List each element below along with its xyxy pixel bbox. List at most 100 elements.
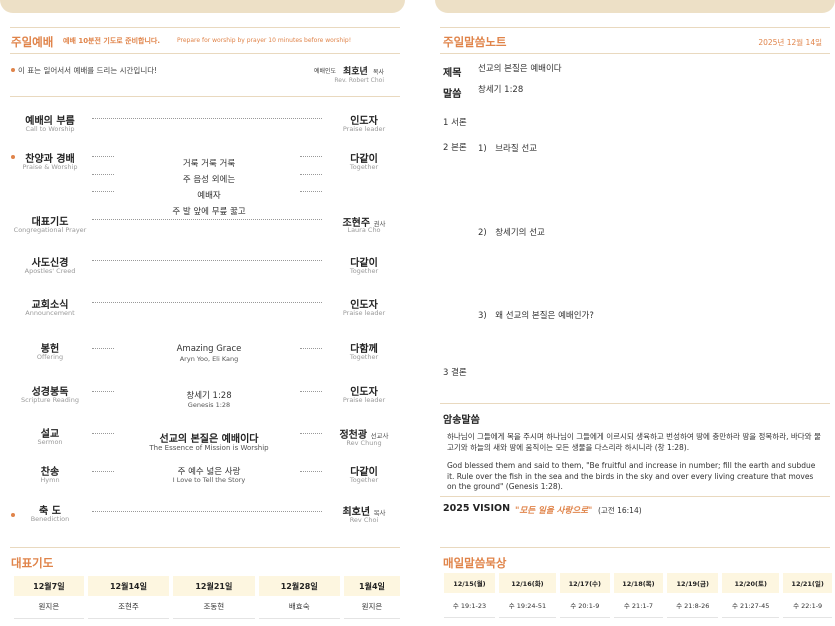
- preacher-label: 예배인도: [314, 68, 337, 75]
- sermon-note-title: 주일말씀노트: [443, 35, 507, 49]
- prayer-date: 12월14일: [83, 576, 172, 596]
- divider: [440, 403, 830, 404]
- order-subtitle: Call to Worship: [25, 125, 75, 133]
- praise-song: 예배자: [197, 191, 221, 201]
- intro-heading: 1 서론: [443, 118, 467, 128]
- divider: [10, 27, 400, 28]
- divider: [10, 96, 400, 97]
- body-heading: 2 본론: [443, 143, 467, 153]
- top-tab-left: [0, 0, 405, 13]
- dotted-leader: [92, 156, 114, 157]
- memory-verse-title: 암송말씀: [443, 415, 480, 426]
- sermon-title-en: The Essence of Mission is Worship: [149, 444, 269, 452]
- praise-song: 거룩 거룩 거룩: [182, 159, 236, 169]
- order-row-offering: 봉헌 Offering Amazing Grace Aryn Yoo, Eli …: [0, 340, 400, 376]
- order-leader-sub: Rev Chung: [346, 439, 382, 447]
- order-row-prayer: 대표기도 Congregational Prayer 조현주 권사 Laura …: [0, 213, 400, 249]
- hymn-title-en: I Love to Tell the Story: [172, 476, 246, 484]
- word-value: 창세기 1:28: [478, 85, 524, 95]
- divider: [440, 27, 830, 28]
- vision-quote: "모든 일을 사랑으로": [515, 506, 593, 516]
- order-row-creed: 사도신경 Apostles' Creed 다같이 Together: [0, 254, 400, 290]
- reading-ref: 수 22:1-9: [779, 593, 832, 618]
- prayer-person: 원지은: [10, 596, 86, 619]
- order-subtitle: Praise & Worship: [22, 163, 78, 171]
- reading-date: 12/16(화): [494, 573, 558, 593]
- dotted-leader: [300, 174, 322, 175]
- standing-note: 이 표는 일어서서 예배를 드리는 시간입니다!: [18, 66, 158, 75]
- order-subtitle: Hymn: [40, 476, 60, 484]
- prayer-date: 1월4일: [339, 576, 400, 596]
- reading-ref: 수 19:24-51: [494, 593, 558, 618]
- reading-ref: 수 20:1-9: [555, 593, 612, 618]
- reading-ref: 수 21:8-26: [663, 593, 721, 618]
- dotted-leader: [92, 174, 114, 175]
- sermon-point: 2) 창세기의 선교: [478, 228, 545, 238]
- dotted-leader: [92, 433, 114, 434]
- dotted-leader: [92, 260, 322, 261]
- dotted-leader: [92, 302, 322, 303]
- memory-verse-ko: 하나님이 그들에게 복을 주시며 하나님이 그들에게 이르시되 생육하고 번성하…: [447, 432, 821, 452]
- scripture-ref: 창세기 1:28: [186, 391, 232, 401]
- divider: [440, 496, 830, 497]
- order-leader-sub: Together: [349, 267, 379, 275]
- order-row-sermon: 설교 Sermon 선교의 본질은 예배이다 The Essence of Mi…: [0, 425, 400, 461]
- order-leader-sub: Together: [349, 163, 379, 171]
- order-row-announcement: 교회소식 Announcement 인도자 Praise leader: [0, 296, 400, 332]
- dotted-leader: [92, 219, 322, 220]
- order-subtitle: Sermon: [37, 438, 63, 446]
- offering-performers: Aryn Yoo, Eli Kang: [179, 355, 239, 363]
- reading-ref: 수 19:1-23: [440, 593, 497, 618]
- reading-date: 12/18(목): [609, 573, 666, 593]
- prep-note-en: Prepare for worship by prayer 10 minutes…: [177, 37, 352, 44]
- conclusion-heading: 3 결론: [443, 368, 467, 378]
- reading-date: 12/17(수): [555, 573, 612, 593]
- prayer-date: 12월21일: [169, 576, 257, 596]
- dotted-leader: [300, 433, 322, 434]
- order-subtitle: Offering: [36, 353, 64, 361]
- sermon-point: 1) 브라질 선교: [478, 144, 538, 154]
- dotted-leader: [300, 156, 322, 157]
- reading-ref: 수 21:27-45: [718, 593, 782, 618]
- memory-verse-en: God blessed them and said to them, "Be f…: [447, 461, 816, 491]
- prayer-date: 12월28일: [254, 576, 342, 596]
- daily-devotion-title: 매일말씀묵상: [443, 556, 507, 570]
- reading-date: 12/20(토): [718, 573, 782, 593]
- order-subtitle: Congregational Prayer: [13, 226, 87, 234]
- word-label: 말씀: [443, 89, 462, 100]
- order-leader-sub: Laura Cho: [347, 226, 381, 234]
- order-row-hymn: 찬송 Hymn 주 예수 넓은 사랑 I Love to Tell the St…: [0, 463, 400, 499]
- order-leader-sub: Praise leader: [342, 125, 386, 133]
- dotted-leader: [92, 511, 322, 512]
- order-subtitle: Benediction: [30, 515, 70, 523]
- prayer-person: 조동현: [169, 596, 257, 619]
- praise-song: 주 음성 외에는: [182, 175, 236, 185]
- order-leader-sub: Rev Choi: [349, 516, 379, 524]
- dotted-leader: [92, 118, 322, 119]
- dotted-leader: [92, 471, 114, 472]
- order-leader-sub: Together: [349, 353, 379, 361]
- reading-ref: 수 21:1-7: [609, 593, 666, 618]
- title-label: 제목: [443, 68, 462, 79]
- dotted-leader: [300, 348, 322, 349]
- divider: [440, 53, 830, 54]
- dotted-leader: [92, 348, 114, 349]
- prayer-person: 조현주: [83, 596, 172, 619]
- prayer-person: 배효숙: [254, 596, 342, 619]
- vision-label: 2025 VISION: [443, 503, 511, 514]
- reading-date: 12/21(일): [779, 573, 832, 593]
- reading-date: 12/19(금): [663, 573, 721, 593]
- dotted-leader: [92, 191, 114, 192]
- order-leader-sub: Praise leader: [342, 309, 386, 317]
- vision-ref: (고전 16:14): [598, 506, 642, 515]
- bullet-icon: [11, 68, 15, 72]
- preacher-name: 최호년: [343, 67, 368, 77]
- order-leader-sub: Together: [349, 476, 379, 484]
- order-subtitle: Scripture Reading: [21, 396, 79, 404]
- divider: [10, 53, 400, 54]
- note-date: 2025년 12월 14일: [758, 38, 822, 47]
- order-row-benediction: 축 도 Benediction 최호년 목사 Rev Choi: [0, 502, 400, 538]
- order-leader-sub: Praise leader: [342, 396, 386, 404]
- prayer-schedule-table: 12월7일 12월14일 12월21일 12월28일 1월4일 원지은 조현주 …: [10, 576, 400, 619]
- offering-song: Amazing Grace: [176, 344, 242, 354]
